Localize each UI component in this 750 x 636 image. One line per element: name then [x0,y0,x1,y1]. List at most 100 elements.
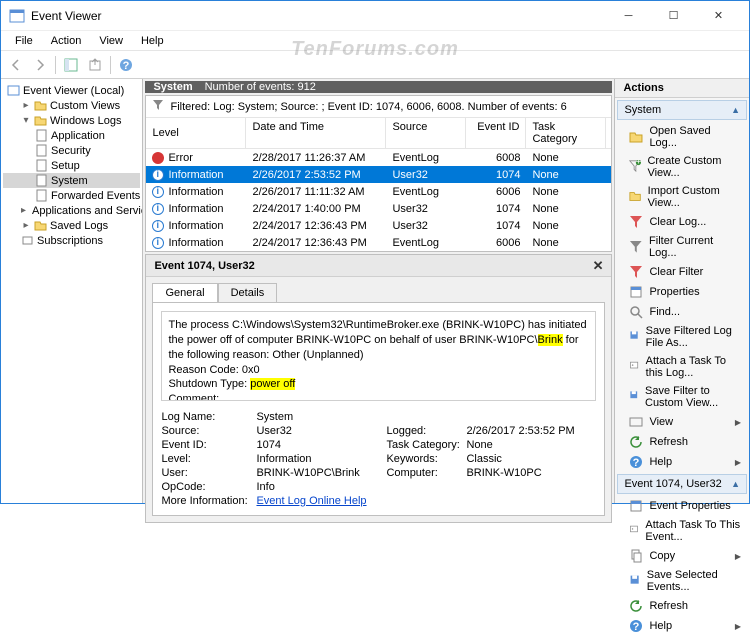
maximize-button[interactable]: ☐ [651,2,696,30]
tree-windows-logs[interactable]: ▾Windows Logs [3,113,140,128]
events-title: System [153,81,192,93]
col-eventid[interactable]: Event ID [466,118,526,148]
highlight-shutdown: power off [250,378,295,390]
col-taskcat[interactable]: Task Category [526,118,606,148]
action-item[interactable]: +Create Custom View... [615,152,749,182]
actions-pane: Actions System▲ Open Saved Log...+Create… [615,79,749,503]
close-button[interactable]: ✕ [696,2,741,30]
action-icon [629,305,643,319]
action-icon [629,599,643,613]
level-icon [152,203,164,215]
tree-root[interactable]: Event Viewer (Local) [3,83,140,98]
table-row[interactable]: Information2/24/2017 12:36:43 PMUser3210… [146,217,611,234]
tree-custom-views[interactable]: ▸Custom Views [3,98,140,113]
chevron-right-icon: ▶ [735,552,741,561]
action-item[interactable]: Clear Log... [615,212,749,232]
events-header: System Number of events: 912 [145,81,612,93]
tree-app-services[interactable]: ▸Applications and Services Logs [3,203,140,218]
action-item[interactable]: Clear Filter [615,262,749,282]
tab-details[interactable]: Details [218,283,278,302]
action-icon [629,265,643,279]
action-icon [629,285,643,299]
chevron-right-icon: ▶ [735,418,741,427]
online-help-link[interactable]: Event Log Online Help [256,495,366,507]
action-item[interactable]: View▶ [615,412,749,432]
action-icon: + [629,160,641,174]
tab-general[interactable]: General [152,283,217,302]
action-item[interactable]: Properties [615,282,749,302]
action-item[interactable]: Save Selected Events... [615,566,749,596]
action-item[interactable]: Save Filter to Custom View... [615,382,749,412]
action-icon [629,549,643,563]
table-row[interactable]: Error2/28/2017 11:26:37 AMEventLog6008No… [146,149,611,166]
level-icon [152,152,164,164]
events-grid: Level Date and Time Source Event ID Task… [146,118,611,251]
col-datetime[interactable]: Date and Time [246,118,386,148]
back-button[interactable] [5,54,27,76]
svg-text:?: ? [633,621,640,633]
events-count: Number of events: 912 [205,81,316,93]
action-item[interactable]: Refresh [615,432,749,452]
action-item[interactable]: Save Filtered Log File As... [615,322,749,352]
action-icon [629,215,643,229]
action-item[interactable]: ?Help▶ [615,616,749,636]
action-icon [629,330,639,344]
svg-text:?: ? [123,60,130,72]
action-item[interactable]: Event Properties [615,496,749,516]
action-icon [629,574,640,588]
minimize-button[interactable]: ─ [606,2,651,30]
window-title: Event Viewer [31,9,606,23]
col-source[interactable]: Source [386,118,466,148]
actions-group-event[interactable]: Event 1074, User32▲ [617,474,747,494]
action-item[interactable]: Filter Current Log... [615,232,749,262]
menu-help[interactable]: Help [133,33,172,49]
chevron-up-icon: ▲ [731,479,740,489]
action-icon: ? [629,619,643,633]
grid-header[interactable]: Level Date and Time Source Event ID Task… [146,118,611,149]
action-item[interactable]: Attach a Task To this Log... [615,352,749,382]
action-icon [629,524,639,538]
action-icon [629,190,641,204]
action-item[interactable]: Copy▶ [615,546,749,566]
level-icon [152,169,164,181]
help-button[interactable]: ? [115,54,137,76]
table-row[interactable]: Information2/26/2017 2:53:52 PMUser32107… [146,166,611,183]
action-item[interactable]: Import Custom View... [615,182,749,212]
tree-saved-logs[interactable]: ▸Saved Logs [3,218,140,233]
chevron-right-icon: ▶ [735,458,741,467]
highlight-user: Brink [538,334,563,346]
detail-close-button[interactable]: ✕ [593,258,604,274]
action-item[interactable]: ?Help▶ [615,452,749,472]
menubar: File Action View Help [1,31,749,51]
tree-security[interactable]: Security [3,143,140,158]
table-row[interactable]: Information2/24/2017 12:36:43 PMEventLog… [146,234,611,251]
menu-view[interactable]: View [91,33,131,49]
tree-setup[interactable]: Setup [3,158,140,173]
tree-forwarded[interactable]: Forwarded Events [3,188,140,203]
actions-header: Actions [615,79,749,98]
action-item[interactable]: Attach Task To This Event... [615,516,749,546]
action-icon [629,435,643,449]
table-row[interactable]: Information2/26/2017 11:11:32 AMEventLog… [146,183,611,200]
chevron-right-icon: ▶ [735,622,741,631]
svg-text:?: ? [633,457,640,469]
event-properties: Log Name:System Source:User32Logged:2/26… [161,411,596,507]
level-icon [152,186,164,198]
action-item[interactable]: Refresh [615,596,749,616]
action-icon [629,360,639,374]
export-button[interactable] [84,54,106,76]
action-icon [629,390,639,404]
menu-file[interactable]: File [7,33,41,49]
actions-group-system[interactable]: System▲ [617,100,747,120]
menu-action[interactable]: Action [43,33,90,49]
tree-system[interactable]: System [3,173,140,188]
show-tree-button[interactable] [60,54,82,76]
tree-application[interactable]: Application [3,128,140,143]
forward-button[interactable] [29,54,51,76]
action-item[interactable]: Open Saved Log... [615,122,749,152]
col-level[interactable]: Level [146,118,246,148]
tree-subscriptions[interactable]: Subscriptions [3,233,140,248]
action-icon [629,499,643,513]
action-item[interactable]: Find... [615,302,749,322]
table-row[interactable]: Information2/24/2017 1:40:00 PMUser32107… [146,200,611,217]
